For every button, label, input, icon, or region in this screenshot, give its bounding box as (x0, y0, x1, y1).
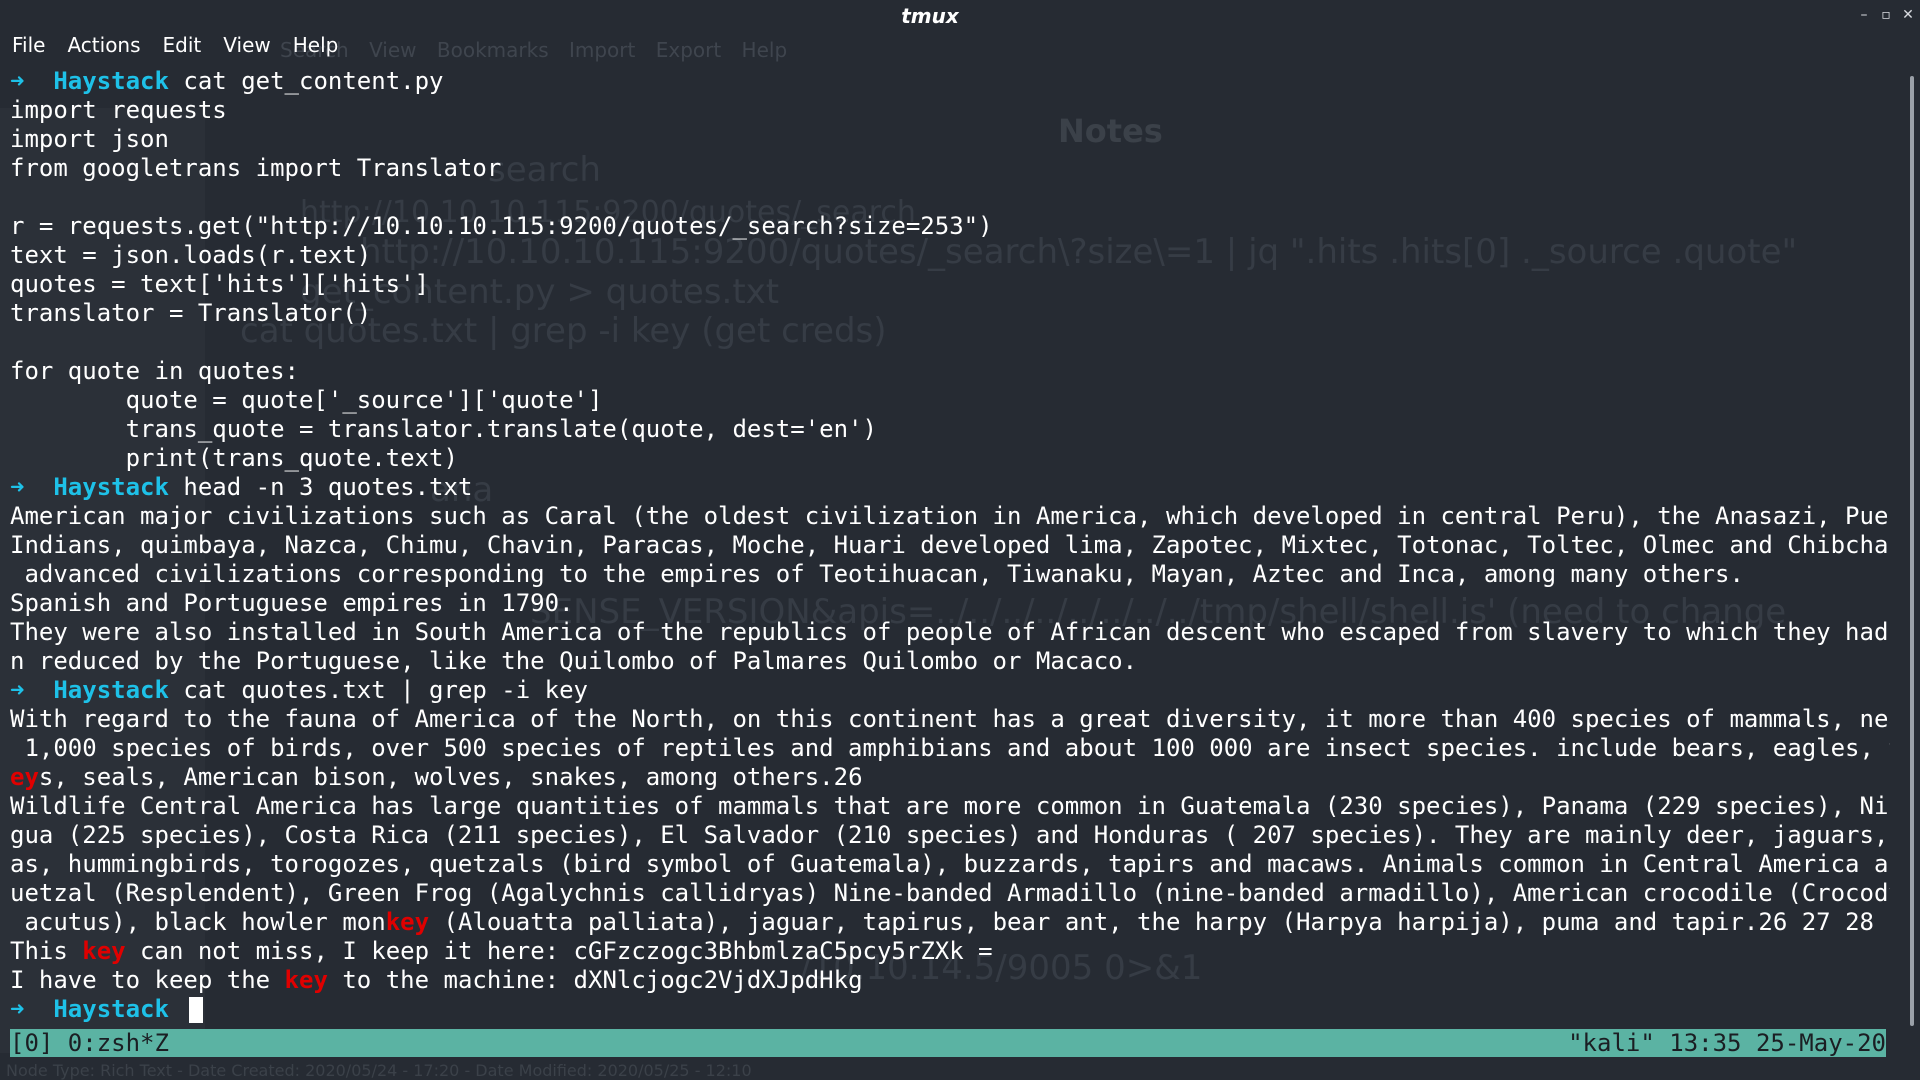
background-status-bar: Node Type: Rich Text - Date Created: 202… (6, 1061, 752, 1080)
script-line: from googletrans import Translator (10, 154, 502, 182)
grep-text: This (10, 937, 83, 965)
grep-match-line: With regard to the fauna of America of t… (10, 705, 1890, 734)
output-line: advanced civilizations corresponding to … (10, 560, 1744, 588)
prompt-host: Haystack (53, 473, 169, 501)
terminal-cursor[interactable] (189, 997, 204, 1023)
prompt-line: ➜ Haystack cat quotes.txt | grep -i key (10, 676, 1890, 705)
prompt-arrow-icon: ➜ (10, 67, 25, 95)
output-line: American major civilizations such as Car… (10, 502, 1890, 530)
script-line: quote = quote['_source']['quote'] (10, 386, 603, 414)
output-line: They were also installed in South Americ… (10, 618, 1890, 646)
grep-text: (Alouatta palliata), jaguar, tapirus, be… (429, 908, 1874, 936)
script-line: print(trans_quote.text) (10, 444, 458, 472)
maximize-icon[interactable]: ▫ (1878, 6, 1894, 24)
tmux-status-bar: [0] 0:zsh*Z "kali" 13:35 25-May-20 (10, 1029, 1886, 1057)
script-line (10, 183, 1890, 212)
grep-text: uetzal (Resplendent), Green Frog (Agalyc… (10, 879, 1890, 907)
script-output: import requests import json from googletra… (10, 96, 1890, 473)
close-icon[interactable]: ✕ (1900, 6, 1916, 24)
menu-view[interactable]: View (223, 32, 270, 60)
grep-text: 1,000 species of birds, over 500 species… (10, 734, 1890, 762)
grep-match-line: I have to keep the key to the machine: d… (10, 966, 1890, 995)
grep-text: to the machine: dXNlcjogc2VjdXJpdHkg (327, 966, 863, 994)
grep-match-line: eys, seals, American bison, wolves, snak… (10, 763, 1890, 792)
prompt-arrow-icon: ➜ (10, 995, 25, 1023)
command-text: cat quotes.txt | grep -i key (183, 676, 588, 704)
grep-text: acutus), black howler mon (10, 908, 386, 936)
grep-match-line: gua (225 species), Costa Rica (211 speci… (10, 821, 1890, 850)
script-line: for quote in quotes: (10, 357, 299, 385)
grep-text: With regard to the fauna of America of t… (10, 705, 1890, 733)
menu-actions[interactable]: Actions (67, 32, 140, 60)
grep-text: s, seals, American bison, wolves, snakes… (38, 763, 863, 791)
prompt-host: Haystack (53, 67, 169, 95)
script-line: trans_quote = translator.translate(quote… (10, 415, 877, 443)
grep-highlight: key (385, 908, 430, 936)
command-text: cat get_content.py (183, 67, 444, 95)
output-line: Indians, quimbaya, Nazca, Chimu, Chavin,… (10, 531, 1890, 559)
menu-edit[interactable]: Edit (163, 32, 202, 60)
script-line: r = requests.get("http://10.10.10.115:92… (10, 212, 993, 240)
menu-help[interactable]: Help (293, 32, 339, 60)
grep-text: I have to keep the (10, 966, 285, 994)
background-menubar: Search View Bookmarks Import Export Help (280, 38, 788, 62)
grep-text: as, hummingbirds, torogozes, quetzals (b… (10, 850, 1890, 878)
grep-match-line: as, hummingbirds, torogozes, quetzals (b… (10, 850, 1890, 879)
grep-match-line: acutus), black howler monkey (Alouatta p… (10, 908, 1890, 937)
output-line: n reduced by the Portuguese, like the Qu… (10, 647, 1138, 675)
window-titlebar: tmux – ▫ ✕ (0, 0, 1920, 32)
prompt-line: ➜ Haystack (10, 995, 1890, 1024)
command-text: head -n 3 quotes.txt (183, 473, 473, 501)
tmux-host-clock: "kali" 13:35 25-May-20 (1568, 1029, 1886, 1057)
minimize-icon[interactable]: – (1856, 6, 1872, 24)
prompt-line: ➜ Haystack cat get_content.py (10, 67, 1890, 96)
script-line: quotes = text['hits']['hits'] (10, 270, 430, 298)
window-title: tmux (901, 4, 959, 28)
grep-match-line: uetzal (Resplendent), Green Frog (Agalyc… (10, 879, 1890, 908)
terminal-scrollbar[interactable] (1910, 76, 1914, 1026)
grep-text: can not miss, I keep it here: cGFzczogc3… (125, 937, 993, 965)
prompt-host: Haystack (53, 676, 169, 704)
grep-match-line: Wildlife Central America has large quant… (10, 792, 1890, 821)
prompt-host: Haystack (53, 995, 169, 1023)
script-line (10, 328, 1890, 357)
grep-highlight: key (82, 937, 126, 965)
prompt-arrow-icon: ➜ (10, 473, 25, 501)
grep-highlight: ey (10, 763, 39, 791)
prompt-line: ➜ Haystack head -n 3 quotes.txt (10, 473, 1890, 502)
grep-match-line: 1,000 species of birds, over 500 species… (10, 734, 1890, 763)
grep-highlight: key (284, 966, 328, 994)
script-line: translator = Translator() (10, 299, 372, 327)
grep-output: With regard to the fauna of America of t… (10, 705, 1890, 995)
head-output: American major civilizations such as Car… (10, 502, 1890, 676)
grep-text: Wildlife Central America has large quant… (10, 792, 1890, 820)
output-line: Spanish and Portuguese empires in 1790. (10, 589, 574, 617)
menu-file[interactable]: File (12, 32, 45, 60)
prompt-arrow-icon: ➜ (10, 676, 25, 704)
grep-text: gua (225 species), Costa Rica (211 speci… (10, 821, 1890, 849)
script-line: text = json.loads(r.text) (10, 241, 372, 269)
menubar: File Actions Edit View Help (0, 32, 338, 60)
script-line: import requests (10, 96, 227, 124)
tmux-window-list[interactable]: [0] 0:zsh*Z (10, 1029, 169, 1057)
terminal-output[interactable]: ➜ Haystack cat get_content.py import req… (10, 67, 1890, 1033)
script-line: import json (10, 125, 169, 153)
grep-match-line: This key can not miss, I keep it here: c… (10, 937, 1890, 966)
